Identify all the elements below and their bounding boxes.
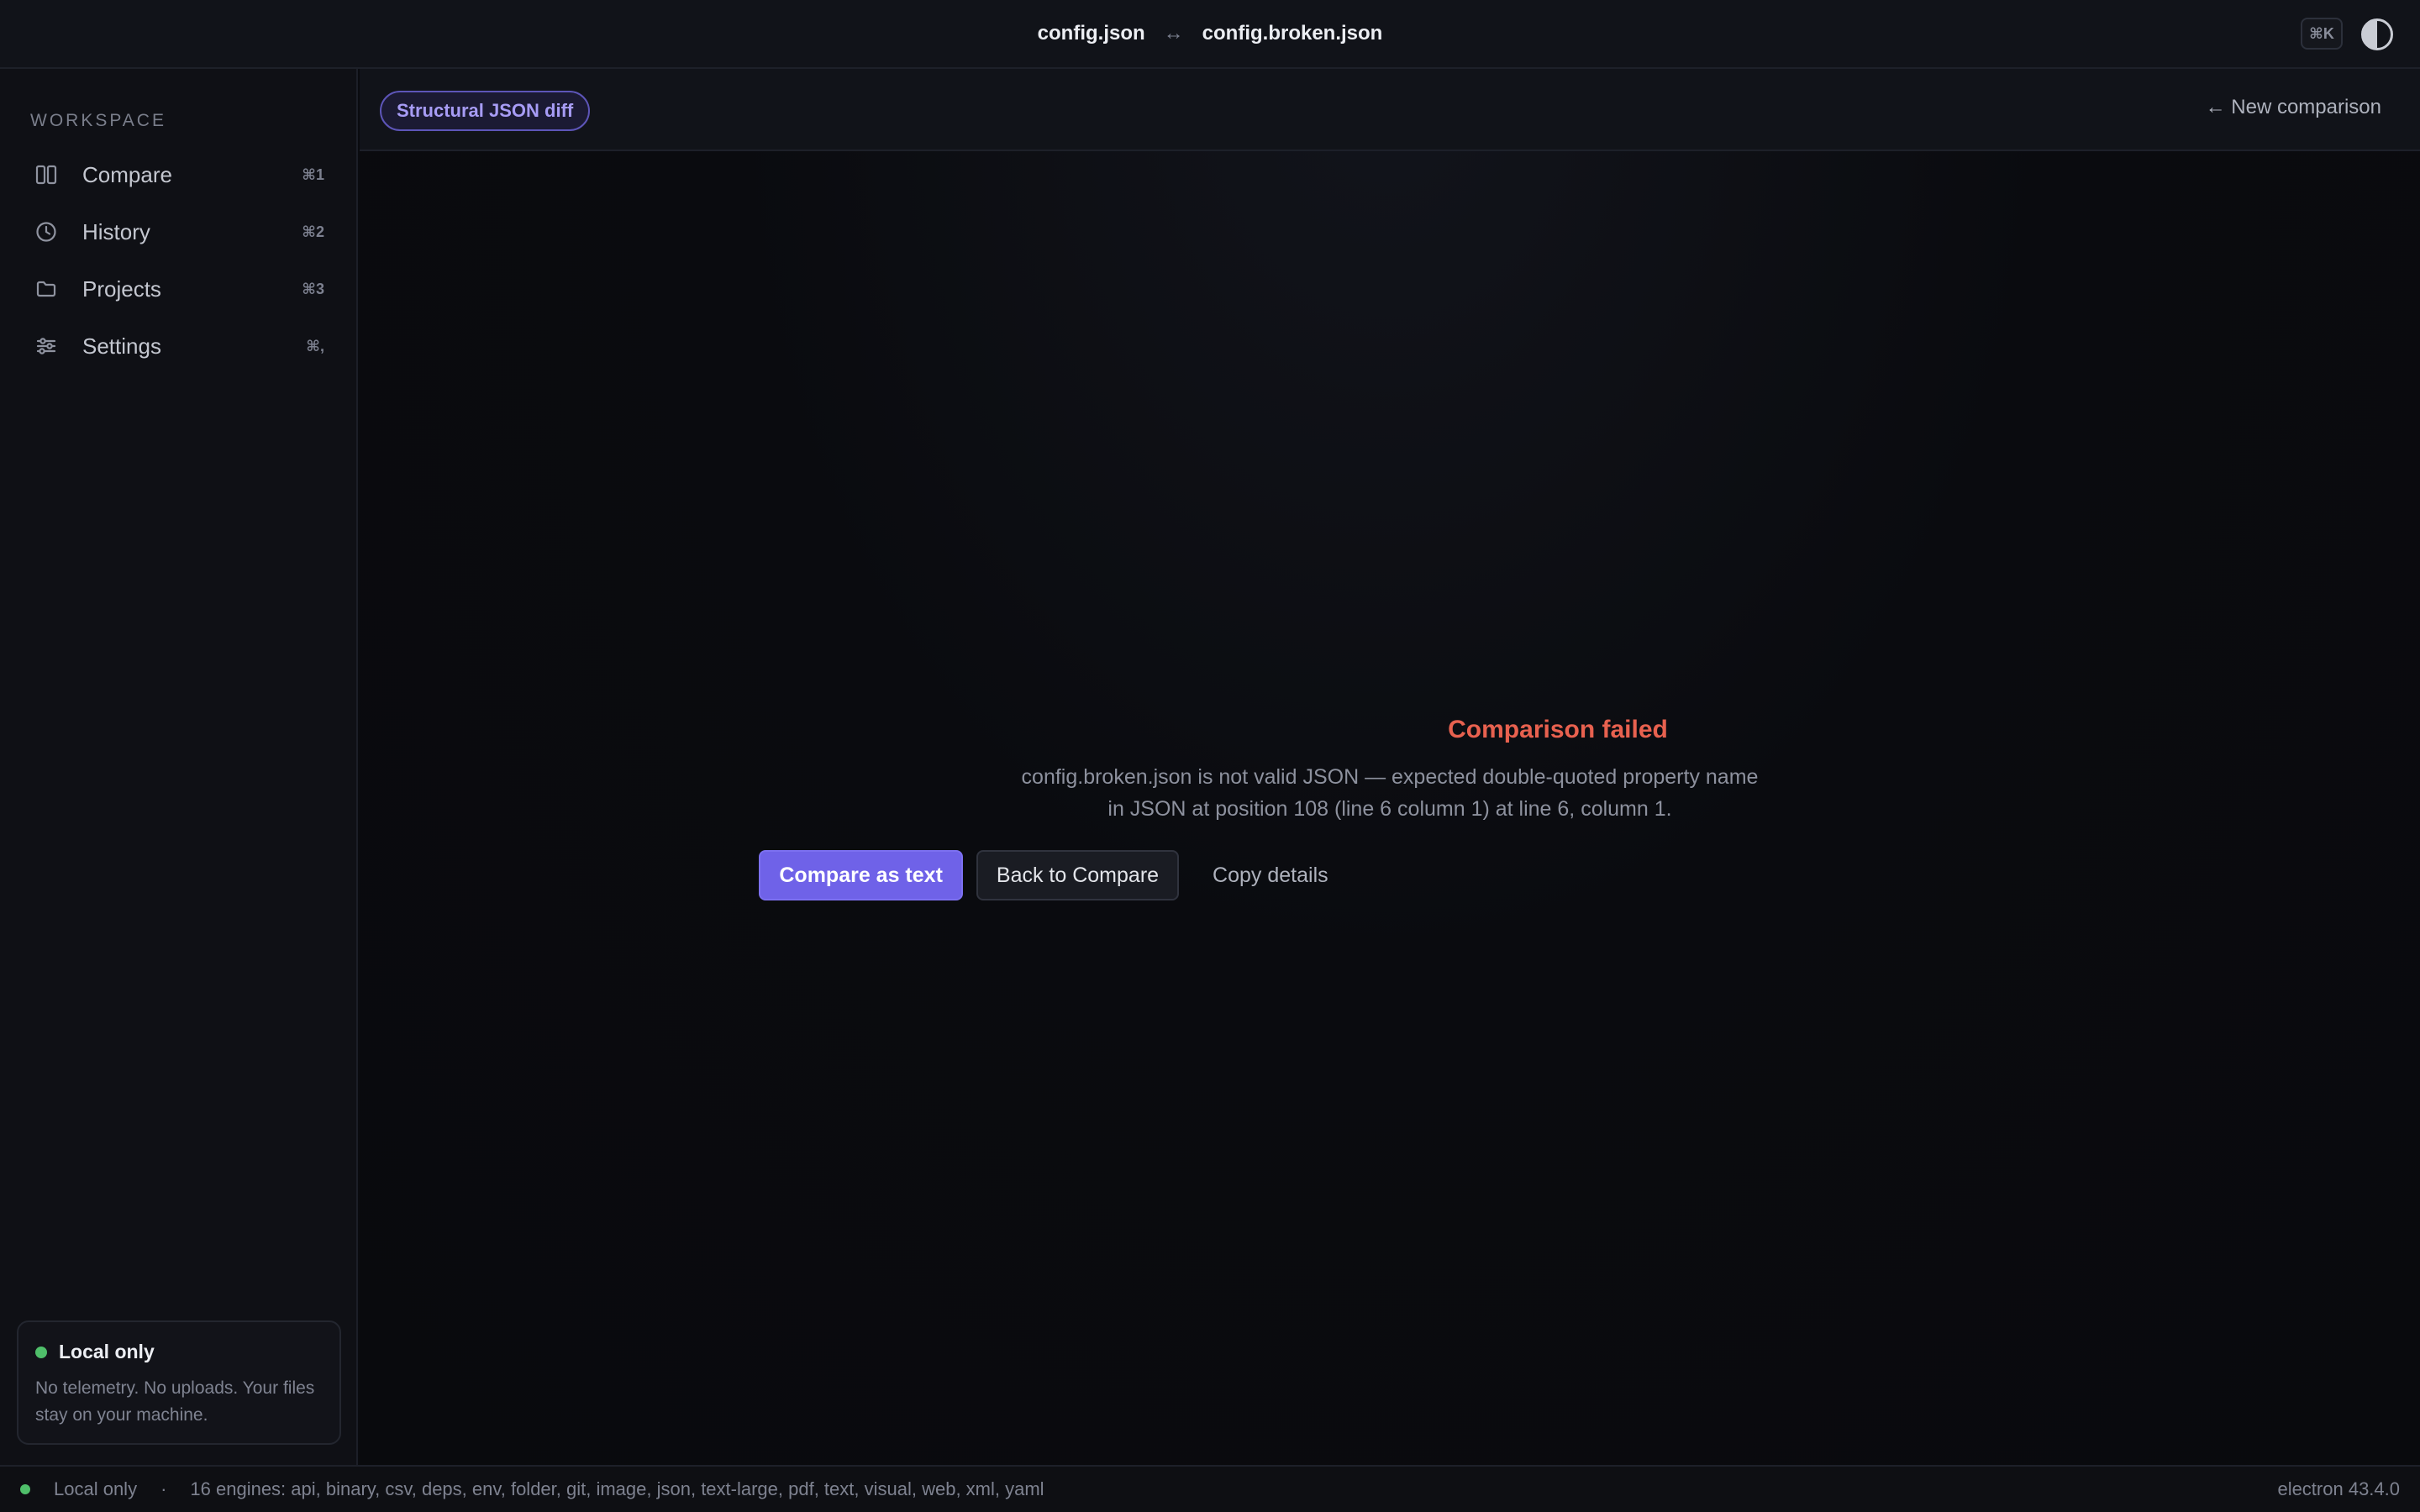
left-file-name: config.json — [1037, 22, 1145, 45]
error-title: Comparison failed — [1448, 716, 1668, 743]
diff-mode-badge: Structural JSON diff — [380, 91, 591, 131]
clock-icon — [34, 219, 59, 244]
local-only-heading: Local only — [35, 1341, 323, 1363]
shortcut-hint: ⌘1 — [302, 165, 324, 183]
status-local-label: Local only — [54, 1478, 138, 1499]
compare-as-text-button[interactable]: Compare as text — [759, 850, 963, 900]
back-to-compare-button[interactable]: Back to Compare — [976, 850, 1180, 900]
command-palette-button[interactable]: ⌘K — [2301, 18, 2343, 50]
status-separator: · — [160, 1478, 167, 1499]
shortcut-hint: ⌘, — [306, 337, 324, 354]
sidebar-item-label: Projects — [82, 276, 161, 302]
sidebar-item-label: Settings — [82, 333, 161, 359]
right-file-name: config.broken.json — [1202, 22, 1383, 45]
theme-toggle-icon[interactable] — [2361, 18, 2393, 50]
app-window: config.json ↔ config.broken.json ⌘K WORK… — [0, 0, 2420, 1512]
shortcut-hint: ⌘2 — [302, 223, 324, 240]
workspace-section-label: WORKSPACE — [30, 111, 166, 130]
comparison-toolbar: Structural JSON diff ← New comparison — [360, 69, 2420, 151]
error-actions: Compare as text Back to Compare Copy det… — [696, 850, 1412, 900]
title-bar: config.json ↔ config.broken.json ⌘K — [0, 0, 2420, 69]
sidebar-item-label: History — [82, 218, 150, 244]
status-bar: Local only · 16 engines: api, binary, cs… — [0, 1465, 2420, 1512]
comparison-title: config.json ↔ config.broken.json — [1038, 22, 1383, 45]
sliders-icon — [34, 333, 59, 359]
sidebar-nav: Compare ⌘1 History ⌘2 Projects ⌘3 Settin… — [17, 146, 341, 375]
error-panel: Comparison failed config.broken.json is … — [360, 716, 2420, 900]
sidebar-item-compare[interactable]: Compare ⌘1 — [17, 146, 341, 203]
error-message: config.broken.json is not valid JSON — e… — [1021, 765, 1759, 821]
sidebar-item-history[interactable]: History ⌘2 — [17, 203, 341, 260]
main-content: Structural JSON diff ← New comparison Co… — [360, 69, 2420, 1465]
shortcut-hint: ⌘3 — [302, 280, 324, 297]
status-engines: 16 engines: api, binary, csv, deps, env,… — [190, 1478, 1044, 1499]
status-version: electron 43.4.0 — [2277, 1478, 2400, 1499]
folder-icon — [34, 276, 59, 302]
status-dot-icon — [35, 1346, 47, 1358]
local-only-title: Local only — [59, 1341, 155, 1362]
sidebar-item-label: Compare — [82, 161, 172, 187]
swap-arrow-icon: ↔ — [1163, 22, 1184, 45]
local-only-description: No telemetry. No uploads. Your files sta… — [35, 1378, 315, 1425]
sidebar-item-settings[interactable]: Settings ⌘, — [17, 318, 341, 375]
sidebar: WORKSPACE Compare ⌘1 History ⌘2 Projects… — [0, 69, 358, 1465]
copy-details-button[interactable]: Copy details — [1192, 850, 1349, 900]
status-dot-icon — [20, 1484, 30, 1494]
columns-icon — [34, 162, 59, 187]
new-comparison-link[interactable]: ← New comparison — [2206, 96, 2381, 119]
local-only-card: Local only No telemetry. No uploads. You… — [17, 1320, 341, 1445]
sidebar-item-projects[interactable]: Projects ⌘3 — [17, 260, 341, 318]
